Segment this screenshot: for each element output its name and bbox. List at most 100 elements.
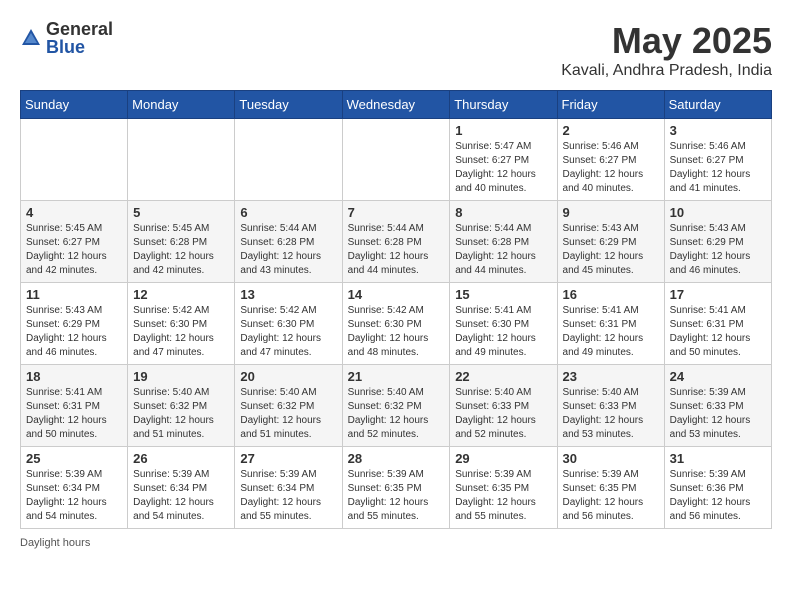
calendar-day-cell: 21 Sunrise: 5:40 AMSunset: 6:32 PMDayligh…: [342, 365, 450, 447]
day-info: Sunrise: 5:42 AMSunset: 6:30 PMDaylight:…: [133, 304, 229, 360]
day-number: 18: [26, 369, 122, 384]
calendar-day-cell: 8Sunrise: 5:44 AMSunset: 6:28 PMDaylight…: [450, 201, 557, 283]
day-number: 19: [133, 369, 229, 384]
calendar-header-row: SundayMondayTuesdayWednesdayThursdayFrid…: [21, 91, 772, 119]
logo-text: General Blue: [46, 20, 113, 56]
day-number: 21: [348, 369, 445, 384]
day-number: 22: [455, 369, 551, 384]
day-number: 6: [240, 205, 336, 220]
logo-blue: Blue: [46, 38, 113, 56]
calendar-day-cell: 4 Sunrise: 5:45 AMSunset: 6:27 PMDaylight…: [21, 201, 128, 283]
day-number: 5: [133, 205, 229, 220]
weekday-header: Sunday: [21, 91, 128, 119]
day-number: 25: [26, 451, 122, 466]
day-info: Sunrise: 5:39 AMSunset: 6:34 PMDaylight:…: [240, 468, 336, 524]
day-info: Sunrise: 5:40 AMSunset: 6:32 PMDaylight:…: [348, 386, 445, 442]
day-info: Sunrise: 5:46 AMSunset: 6:27 PMDaylight:…: [670, 140, 766, 196]
calendar-day-cell: 3 Sunrise: 5:46 AMSunset: 6:27 PMDaylight…: [664, 119, 771, 201]
day-number: 11: [26, 287, 122, 302]
weekday-header: Wednesday: [342, 91, 450, 119]
day-info: Sunrise: 5:39 AMSunset: 6:35 PMDaylight:…: [455, 468, 551, 524]
calendar-day-cell: 6 Sunrise: 5:44 AMSunset: 6:28 PMDaylight…: [235, 201, 342, 283]
calendar-day-cell: 29 Sunrise: 5:39 AMSunset: 6:35 PMDayligh…: [450, 447, 557, 529]
day-info: Sunrise: 5:43 AMSunset: 6:29 PMDaylight:…: [670, 222, 766, 278]
day-info: Sunrise: 5:39 AMSunset: 6:34 PMDaylight:…: [26, 468, 122, 524]
calendar-day-cell: 2 Sunrise: 5:46 AMSunset: 6:27 PMDaylight…: [557, 119, 664, 201]
weekday-header: Friday: [557, 91, 664, 119]
day-info: Sunrise: 5:39 AMSunset: 6:34 PMDaylight:…: [133, 468, 229, 524]
day-number: 3: [670, 123, 766, 138]
weekday-header: Thursday: [450, 91, 557, 119]
month-title: May 2025: [561, 20, 772, 62]
day-number: 20: [240, 369, 336, 384]
calendar-day-cell: 27 Sunrise: 5:39 AMSunset: 6:34 PMDayligh…: [235, 447, 342, 529]
day-number: 26: [133, 451, 229, 466]
daylight-hours-label: Daylight hours: [20, 537, 90, 549]
day-info: Sunrise: 5:42 AMSunset: 6:30 PMDaylight:…: [240, 304, 336, 360]
day-info: Sunrise: 5:40 AMSunset: 6:33 PMDaylight:…: [455, 386, 551, 442]
day-info: Sunrise: 5:47 AMSunset: 6:27 PMDaylight:…: [455, 140, 551, 196]
day-number: 24: [670, 369, 766, 384]
calendar-day-cell: 22 Sunrise: 5:40 AMSunset: 6:33 PMDayligh…: [450, 365, 557, 447]
calendar-day-cell: 13 Sunrise: 5:42 AMSunset: 6:30 PMDayligh…: [235, 283, 342, 365]
calendar-day-cell: 14Sunrise: 5:42 AMSunset: 6:30 PMDayligh…: [342, 283, 450, 365]
location: Kavali, Andhra Pradesh, India: [561, 62, 772, 80]
day-info: Sunrise: 5:43 AMSunset: 6:29 PMDaylight:…: [26, 304, 122, 360]
day-number: 9: [563, 205, 659, 220]
day-info: Sunrise: 5:44 AMSunset: 6:28 PMDaylight:…: [348, 222, 445, 278]
calendar-day-cell: 24Sunrise: 5:39 AMSunset: 6:33 PMDayligh…: [664, 365, 771, 447]
day-number: 8: [455, 205, 551, 220]
day-number: 12: [133, 287, 229, 302]
calendar-day-cell: 28Sunrise: 5:39 AMSunset: 6:35 PMDayligh…: [342, 447, 450, 529]
logo: General Blue: [20, 20, 113, 56]
day-number: 13: [240, 287, 336, 302]
calendar-week-row: 4 Sunrise: 5:45 AMSunset: 6:27 PMDaylight…: [21, 201, 772, 283]
calendar-day-cell: 17 Sunrise: 5:41 AMSunset: 6:31 PMDayligh…: [664, 283, 771, 365]
day-info: Sunrise: 5:45 AMSunset: 6:27 PMDaylight:…: [26, 222, 122, 278]
calendar-day-cell: 10Sunrise: 5:43 AMSunset: 6:29 PMDayligh…: [664, 201, 771, 283]
day-info: Sunrise: 5:40 AMSunset: 6:33 PMDaylight:…: [563, 386, 659, 442]
calendar-day-cell: 26 Sunrise: 5:39 AMSunset: 6:34 PMDayligh…: [128, 447, 235, 529]
weekday-header: Monday: [128, 91, 235, 119]
calendar-day-cell: [235, 119, 342, 201]
title-block: May 2025 Kavali, Andhra Pradesh, India: [561, 20, 772, 80]
day-number: 27: [240, 451, 336, 466]
calendar-week-row: 25 Sunrise: 5:39 AMSunset: 6:34 PMDayligh…: [21, 447, 772, 529]
logo-icon: [20, 27, 42, 49]
day-number: 30: [563, 451, 659, 466]
day-info: Sunrise: 5:42 AMSunset: 6:30 PMDaylight:…: [348, 304, 445, 360]
day-number: 2: [563, 123, 659, 138]
day-info: Sunrise: 5:46 AMSunset: 6:27 PMDaylight:…: [563, 140, 659, 196]
day-number: 7: [348, 205, 445, 220]
weekday-header: Saturday: [664, 91, 771, 119]
footer: Daylight hours: [20, 537, 772, 549]
calendar-day-cell: 19 Sunrise: 5:40 AMSunset: 6:32 PMDayligh…: [128, 365, 235, 447]
calendar-day-cell: [342, 119, 450, 201]
day-number: 15: [455, 287, 551, 302]
day-info: Sunrise: 5:41 AMSunset: 6:31 PMDaylight:…: [26, 386, 122, 442]
calendar-day-cell: 5Sunrise: 5:45 AMSunset: 6:28 PMDaylight…: [128, 201, 235, 283]
calendar-week-row: 1Sunrise: 5:47 AMSunset: 6:27 PMDaylight…: [21, 119, 772, 201]
day-info: Sunrise: 5:41 AMSunset: 6:31 PMDaylight:…: [670, 304, 766, 360]
day-number: 4: [26, 205, 122, 220]
day-number: 17: [670, 287, 766, 302]
calendar-day-cell: 9 Sunrise: 5:43 AMSunset: 6:29 PMDaylight…: [557, 201, 664, 283]
calendar-day-cell: 1Sunrise: 5:47 AMSunset: 6:27 PMDaylight…: [450, 119, 557, 201]
logo-general: General: [46, 20, 113, 38]
day-number: 31: [670, 451, 766, 466]
calendar-day-cell: 20Sunrise: 5:40 AMSunset: 6:32 PMDayligh…: [235, 365, 342, 447]
day-number: 23: [563, 369, 659, 384]
day-info: Sunrise: 5:41 AMSunset: 6:30 PMDaylight:…: [455, 304, 551, 360]
day-info: Sunrise: 5:43 AMSunset: 6:29 PMDaylight:…: [563, 222, 659, 278]
calendar-table: SundayMondayTuesdayWednesdayThursdayFrid…: [20, 90, 772, 529]
calendar-day-cell: 31 Sunrise: 5:39 AMSunset: 6:36 PMDayligh…: [664, 447, 771, 529]
day-info: Sunrise: 5:39 AMSunset: 6:36 PMDaylight:…: [670, 468, 766, 524]
day-info: Sunrise: 5:44 AMSunset: 6:28 PMDaylight:…: [240, 222, 336, 278]
day-number: 29: [455, 451, 551, 466]
calendar-day-cell: 16Sunrise: 5:41 AMSunset: 6:31 PMDayligh…: [557, 283, 664, 365]
calendar-day-cell: 7 Sunrise: 5:44 AMSunset: 6:28 PMDaylight…: [342, 201, 450, 283]
calendar-day-cell: 12 Sunrise: 5:42 AMSunset: 6:30 PMDayligh…: [128, 283, 235, 365]
day-info: Sunrise: 5:40 AMSunset: 6:32 PMDaylight:…: [133, 386, 229, 442]
calendar-day-cell: 11 Sunrise: 5:43 AMSunset: 6:29 PMDayligh…: [21, 283, 128, 365]
page-header: General Blue May 2025 Kavali, Andhra Pra…: [20, 20, 772, 80]
